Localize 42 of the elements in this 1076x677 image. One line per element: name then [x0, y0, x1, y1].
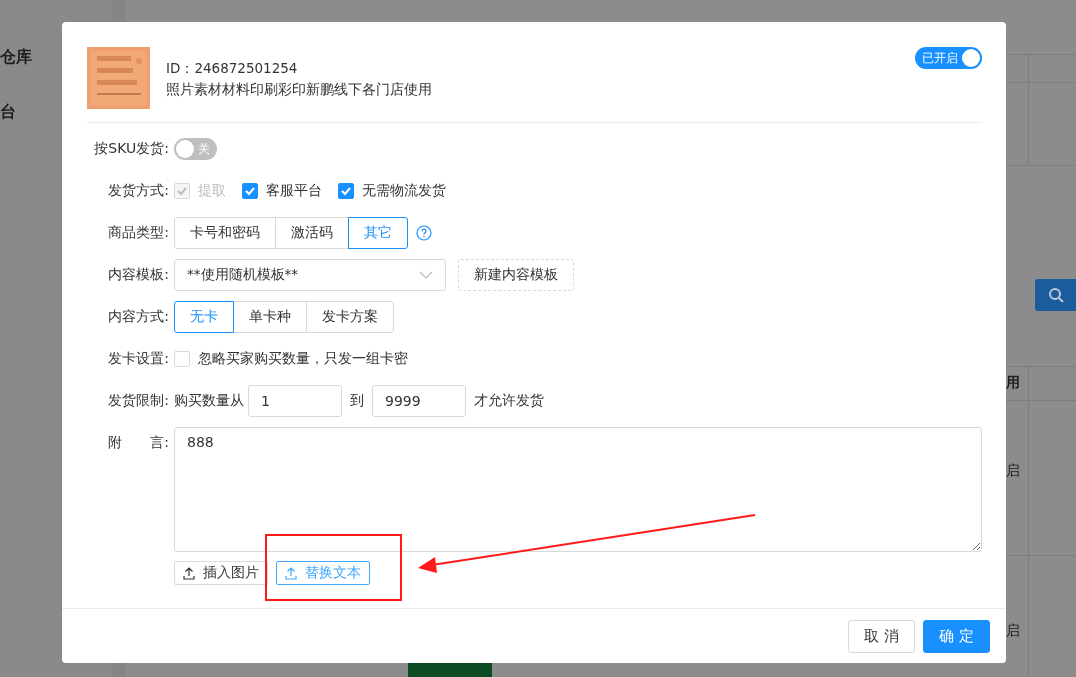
field-label: 发卡设置:	[107, 350, 169, 368]
range-separator: 到	[350, 392, 364, 410]
field-label: 发货限制:	[107, 392, 169, 410]
column-header: 用	[1006, 374, 1020, 392]
quantity-input[interactable]: 1	[248, 385, 342, 417]
cancel-button[interactable]: 取 消	[848, 619, 916, 653]
upload-icon	[285, 566, 297, 580]
range-suffix: 才允许发货	[474, 392, 544, 410]
upload-icon	[183, 566, 195, 580]
segment-tab[interactable]: 单卡种	[233, 301, 307, 333]
table-cell: 启	[1006, 462, 1020, 480]
checkbox-label: 无需物流发货	[362, 182, 446, 200]
table-cell: 启	[1006, 622, 1020, 640]
field-label: 商品类型:	[107, 224, 169, 242]
checkbox-label: 提取	[198, 182, 226, 200]
checkbox-label: 客服平台	[266, 182, 322, 200]
field-label: 按SKU发货:	[93, 140, 169, 158]
checkbox[interactable]	[338, 183, 354, 199]
range-prefix: 购买数量从	[174, 392, 244, 410]
sidebar-item[interactable]: 仓库	[0, 47, 32, 68]
upload-button[interactable]: 插入图片	[174, 561, 268, 585]
segment-tab[interactable]: 激活码	[275, 217, 349, 249]
segment-tab[interactable]: 发卡方案	[306, 301, 394, 333]
product-id: ID：246872501254	[166, 60, 299, 78]
chevron-down-icon	[419, 271, 433, 279]
checkmark-icon	[340, 185, 352, 197]
quantity-input[interactable]: 9999	[372, 385, 466, 417]
field-label: 内容模板:	[107, 266, 169, 284]
new-template-button[interactable]: 新建内容模板	[458, 259, 574, 291]
checkbox-label: 忽略买家购买数量，只发一组卡密	[198, 350, 408, 368]
checkbox[interactable]	[242, 183, 258, 199]
template-select[interactable]: **使用随机模板**	[174, 259, 446, 291]
product-title: 照片素材材料印刷彩印新鹏线下各门店使用	[166, 81, 433, 99]
segment-tab[interactable]: 卡号和密码	[174, 217, 276, 249]
search-button[interactable]	[1035, 279, 1076, 311]
message-textarea[interactable]: 888	[174, 427, 982, 552]
search-icon	[1047, 287, 1064, 303]
field-label: 附 言:	[107, 433, 169, 452]
field-label: 内容方式:	[107, 308, 169, 326]
field-label: 发货方式:	[107, 182, 169, 200]
sidebar-item[interactable]: 台	[0, 102, 16, 123]
checkmark-icon	[244, 185, 256, 197]
